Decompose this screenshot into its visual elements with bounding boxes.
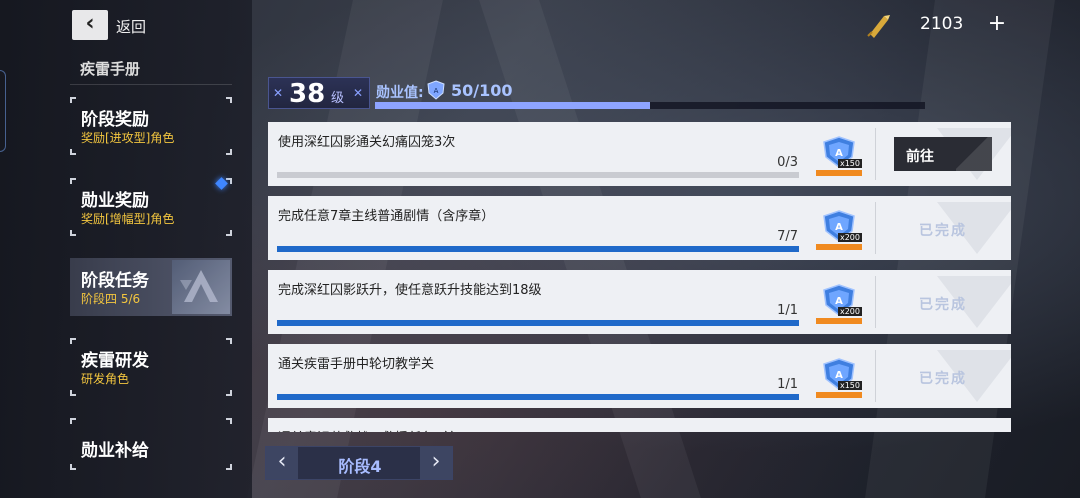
back-label[interactable]: 返回: [116, 16, 146, 37]
reward-quantity: x200: [837, 233, 862, 242]
merit-label: 勋业值:: [376, 85, 424, 101]
task-progress-bar: [277, 246, 799, 252]
next-stage-button[interactable]: ›: [420, 447, 452, 479]
task-description: 使用深红囚影通关幻痛囚笼3次: [278, 135, 456, 150]
completed-label: 已完成: [919, 223, 967, 239]
chevron-decor-icon: ✕: [353, 86, 364, 100]
stage-pager: ‹ 阶段4 ›: [265, 446, 453, 480]
task-progress-fill: [277, 394, 799, 400]
svg-text:A: A: [434, 87, 439, 95]
sidebar-item-label: 阶段奖励: [81, 110, 149, 130]
reward-quantity: x150: [837, 381, 862, 390]
task-action-zone: 已完成: [876, 196, 1011, 260]
go-button[interactable]: 前往: [894, 137, 992, 171]
sidebar: ‹ 返回 疾雷手册 阶段奖励 奖励[进攻型]角色 勋业奖励 奖励[增幅型]角色 …: [0, 0, 252, 498]
task-action-zone: 已完成: [876, 270, 1011, 334]
level-unit: 级: [331, 91, 345, 106]
gold-pen-icon: [867, 15, 890, 38]
task-list[interactable]: 使用深红囚影通关幻痛囚笼3次 0/3 Ax150 前往完成任意7章主线普通剧情（含序章…: [268, 122, 1011, 432]
task-count: 7/7: [777, 229, 798, 244]
task-row: 完成任意7章主线普通剧情（含序章） 7/7 Ax200 已完成: [268, 196, 1011, 260]
task-row: 通关疾雷手册中轮切教学关 1/1 Ax150 已完成: [268, 344, 1011, 408]
level-value: 38: [289, 79, 326, 109]
sidebar-item-label: 疾雷研发: [81, 351, 149, 371]
merit-progress-fill: [375, 102, 650, 109]
task-count: 0/3: [777, 155, 798, 170]
merit-progress-bar: [375, 102, 925, 109]
task-action-zone: 已完成: [876, 344, 1011, 408]
task-description: 通关疾雷手册中轮切教学关: [278, 357, 435, 372]
sidebar-item-sublabel: 阶段四 5/6: [81, 292, 141, 306]
merit-value: 50/100: [451, 81, 513, 100]
sidebar-item-label: 勋业奖励: [81, 191, 149, 211]
sidebar-edge-tab: [0, 70, 6, 152]
task-progress-fill: [277, 320, 799, 326]
sidebar-item-label: 勋业补给: [81, 441, 149, 461]
svg-text:A: A: [835, 296, 843, 307]
task-row: 完成深红囚影跃升，使任意跃升技能达到18级 1/1 Ax200 已完成: [268, 270, 1011, 334]
reward-rarity-strip: [816, 170, 862, 176]
sidebar-item-label: 阶段任务: [81, 271, 149, 291]
task-progress-fill: [277, 246, 799, 252]
reward-item[interactable]: Ax150: [816, 358, 862, 398]
reward-rarity-strip: [816, 392, 862, 398]
sidebar-item-sublabel: 奖励[增幅型]角色: [81, 212, 175, 226]
reward-item[interactable]: Ax150: [816, 136, 862, 176]
chevron-left-icon: ‹: [85, 10, 95, 36]
reward-item[interactable]: Ax200: [816, 284, 862, 324]
sidebar-item-merit-supply[interactable]: 勋业补给: [70, 418, 232, 470]
task-description: 完成任意7章主线普通剧情（含序章）: [278, 209, 495, 224]
task-count: 1/1: [777, 303, 798, 318]
task-progress-bar: [277, 320, 799, 326]
sidebar-item-stage-tasks[interactable]: 阶段任务 阶段四 5/6: [70, 258, 232, 316]
task-row: 通关意识营救战 - 救援任务1前: [268, 418, 1011, 432]
task-description: 通关意识营救战 - 救援任务1前: [278, 427, 455, 432]
divider: [70, 84, 232, 85]
sidebar-item-rd[interactable]: 疾雷研发 研发角色: [70, 338, 232, 396]
sidebar-title: 疾雷手册: [80, 60, 141, 78]
completed-label: 已完成: [919, 297, 967, 313]
task-action-zone: 前往: [876, 122, 1011, 186]
currency-value: 2103: [920, 14, 964, 34]
svg-text:A: A: [835, 148, 843, 159]
merit-shield-icon: A: [427, 80, 445, 100]
svg-text:A: A: [835, 222, 843, 233]
completed-label: 已完成: [919, 371, 967, 387]
add-currency-button[interactable]: +: [986, 13, 1008, 35]
reward-quantity: x200: [837, 307, 862, 316]
task-count: 1/1: [777, 377, 798, 392]
back-button[interactable]: ‹: [72, 10, 108, 40]
sidebar-item-sublabel: 奖励[进攻型]角色: [81, 131, 175, 145]
reward-item[interactable]: Ax200: [816, 210, 862, 250]
level-badge: ✕ 38 级 ✕: [268, 77, 370, 109]
reward-rarity-strip: [816, 318, 862, 324]
task-description: 完成深红囚影跃升，使任意跃升技能达到18级: [278, 283, 542, 298]
task-row: 使用深红囚影通关幻痛囚笼3次 0/3 Ax150 前往: [268, 122, 1011, 186]
chevron-decor-icon: ✕: [273, 86, 284, 100]
sidebar-item-stage-rewards[interactable]: 阶段奖励 奖励[进攻型]角色: [70, 97, 232, 155]
sidebar-item-merit-rewards[interactable]: 勋业奖励 奖励[增幅型]角色: [70, 178, 232, 236]
reward-rarity-strip: [816, 244, 862, 250]
svg-text:A: A: [835, 370, 843, 381]
stage-emblem-icon: [172, 260, 230, 314]
reward-quantity: x150: [837, 159, 862, 168]
task-progress-bar: [277, 172, 799, 178]
task-progress-bar: [277, 394, 799, 400]
sidebar-item-sublabel: 研发角色: [81, 372, 130, 386]
